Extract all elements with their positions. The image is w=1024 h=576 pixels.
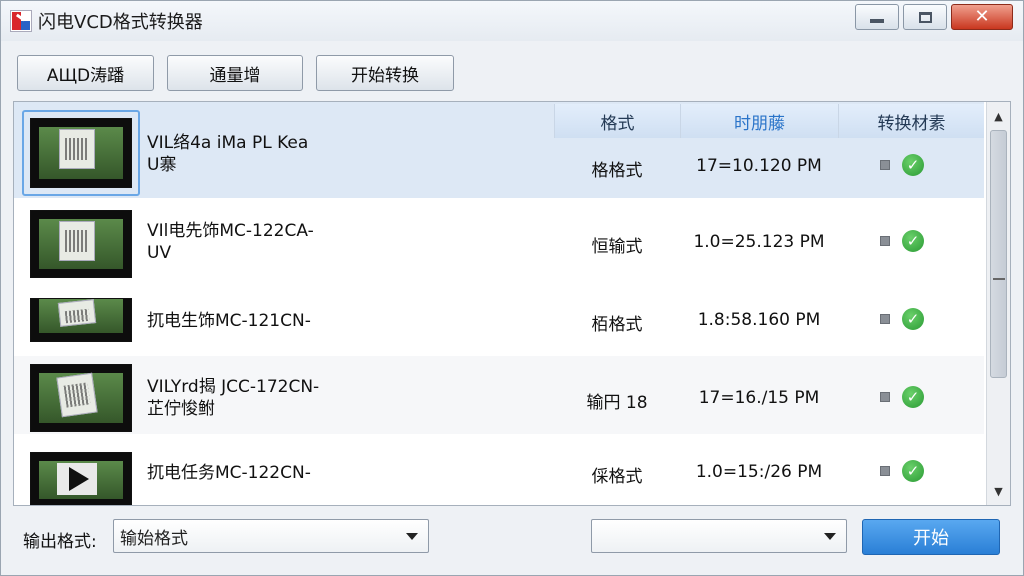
file-time: 17=16.∕15 PM: [698, 388, 820, 408]
output-format-select[interactable]: 输始格式: [113, 519, 429, 553]
file-time: 17=10.120 PM: [696, 156, 822, 176]
video-thumbnail: [30, 364, 132, 432]
check-circle-icon: ✓: [902, 154, 924, 176]
file-format: 恒输式: [591, 237, 643, 257]
file-name: VILYrd揭 JCC-172CN- 芷佇悛鲋: [147, 377, 320, 419]
app-window: 闪电VCD格式转换器 ✕ AЩD涛蹯 通量增 开始转换 VIL络4a iMa P…: [0, 0, 1024, 576]
list-item[interactable]: VILYrd揭 JCC-172CN- 芷佇悛鲋 输円 18 17=16.∕15 …: [14, 356, 984, 434]
document-icon: [59, 129, 95, 169]
play-icon: [69, 467, 89, 491]
file-status: ✓: [880, 386, 924, 408]
bottom-bar: 输出格式: 输始格式 开始: [1, 511, 1023, 575]
toolbar: AЩD涛蹯 通量增 开始转换: [17, 55, 454, 91]
column-header: 格式 时朋藤 转换材素: [554, 104, 984, 138]
file-format: 格格式: [591, 161, 643, 181]
app-logo-icon: [10, 10, 32, 32]
start-convert-button[interactable]: 开始转换: [316, 55, 454, 91]
close-icon: ✕: [974, 6, 990, 27]
checkbox-icon[interactable]: [880, 392, 890, 402]
video-thumbnail: [30, 298, 132, 342]
file-name: VIL络4a iMa PL Kea U寨: [147, 133, 309, 175]
video-thumbnail: [30, 118, 132, 188]
file-time: 1.0=25.123 PM: [693, 232, 825, 252]
window-controls: ✕: [855, 4, 1013, 30]
file-status: ✓: [880, 308, 924, 330]
add-files-button[interactable]: AЩD涛蹯: [17, 55, 154, 91]
column-format[interactable]: 格式: [554, 104, 680, 138]
scrollbar-grip: [993, 278, 1005, 280]
secondary-select[interactable]: [591, 519, 847, 553]
file-name: VIl电先饰MC-122CA- UV: [147, 221, 314, 263]
vertical-scrollbar[interactable]: ▲ ▼: [986, 102, 1010, 505]
column-time[interactable]: 时朋藤: [680, 104, 838, 138]
check-circle-icon: ✓: [902, 460, 924, 482]
list-item[interactable]: 扤电任务MC-122CN- 倸格式 1.0=15:∕26 PM ✓: [14, 436, 984, 505]
batch-add-button[interactable]: 通量增: [167, 55, 303, 91]
video-thumbnail: [30, 452, 132, 505]
minimize-icon: [870, 19, 884, 23]
document-icon: [59, 221, 95, 261]
document-icon: [56, 372, 98, 418]
chevron-down-icon: [406, 533, 418, 540]
minimize-button[interactable]: [855, 4, 899, 30]
scroll-up-arrow-icon[interactable]: ▲: [987, 106, 1010, 126]
list-item[interactable]: VIl电先饰MC-122CA- UV 恒输式 1.0=25.123 PM ✓: [14, 200, 984, 280]
video-thumbnail: [30, 210, 132, 278]
file-list: VIL络4a iMa PL Kea U寨 格格式 17=10.120 PM ✓ …: [13, 101, 1011, 506]
window-title: 闪电VCD格式转换器: [38, 12, 203, 33]
file-name: 扤电任务MC-122CN-: [147, 463, 311, 483]
close-button[interactable]: ✕: [951, 4, 1013, 30]
scroll-down-arrow-icon[interactable]: ▼: [987, 481, 1010, 501]
chevron-down-icon: [824, 533, 836, 540]
checkbox-icon[interactable]: [880, 236, 890, 246]
maximize-icon: [918, 11, 932, 23]
document-icon: [57, 299, 97, 327]
file-time: 1.0=15:∕26 PM: [695, 462, 823, 482]
file-name: 扤电生饰MC-121CN-: [147, 311, 311, 331]
checkbox-icon[interactable]: [880, 160, 890, 170]
title-bar: 闪电VCD格式转换器 ✕: [1, 1, 1023, 41]
start-button[interactable]: 开始: [862, 519, 1000, 555]
output-format-label: 输出格式:: [23, 532, 97, 552]
checkbox-icon[interactable]: [880, 314, 890, 324]
scrollbar-thumb[interactable]: [990, 130, 1007, 378]
check-circle-icon: ✓: [902, 230, 924, 252]
file-format: 倸格式: [591, 467, 643, 487]
file-status: ✓: [880, 154, 924, 176]
check-circle-icon: ✓: [902, 386, 924, 408]
file-status: ✓: [880, 230, 924, 252]
maximize-button[interactable]: [903, 4, 947, 30]
file-format: 栢格式: [591, 315, 643, 335]
check-circle-icon: ✓: [902, 308, 924, 330]
column-status[interactable]: 转换材素: [838, 104, 984, 138]
list-item[interactable]: 扤电生饰MC-121CN- 栢格式 1.8:58.160 PM ✓: [14, 282, 984, 354]
output-format-value: 输始格式: [120, 528, 188, 549]
file-format: 输円 18: [586, 393, 648, 413]
file-time: 1.8:58.160 PM: [697, 310, 821, 330]
checkbox-icon[interactable]: [880, 466, 890, 476]
file-status: ✓: [880, 460, 924, 482]
